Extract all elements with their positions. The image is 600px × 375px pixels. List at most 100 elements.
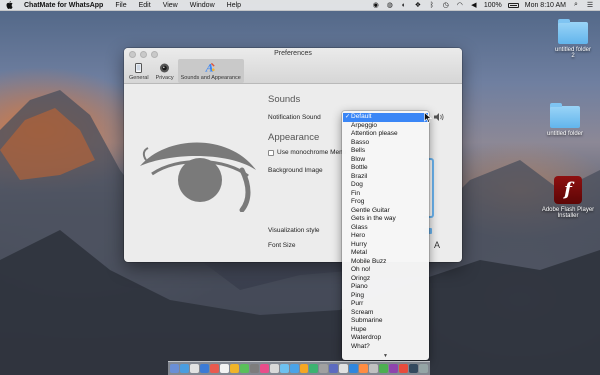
sound-option-label: Default [351, 113, 372, 120]
sound-option[interactable]: Brazil [342, 173, 429, 182]
sound-option-label: Basso [351, 138, 370, 146]
dock-app-icon[interactable] [399, 364, 409, 373]
dock-app-icon[interactable] [419, 364, 429, 373]
apple-menu-icon[interactable] [6, 1, 14, 10]
menu-edit[interactable]: Edit [139, 2, 151, 9]
sound-option[interactable]: Scream [342, 309, 429, 318]
sound-option[interactable]: Metal [342, 249, 429, 258]
desktop-flash-installer[interactable]: f Adobe Flash Player Installer [540, 176, 596, 219]
sound-option[interactable]: Purr [342, 300, 429, 309]
speaker-icon[interactable] [434, 113, 444, 121]
monochrome-checkbox[interactable] [268, 150, 274, 156]
dock-app-icon[interactable] [289, 364, 299, 373]
dock-app-icon[interactable] [349, 364, 359, 373]
tab-sounds-appearance[interactable]: A Sounds and Appearance [177, 59, 244, 83]
sound-option[interactable]: Oringz [342, 275, 429, 284]
dock-app-icon[interactable] [219, 364, 229, 373]
sound-option[interactable]: Arpeggio [342, 122, 429, 131]
dock-app-icon[interactable] [239, 364, 249, 373]
font-size-large-glyph[interactable]: A [434, 240, 440, 250]
sound-option-label: Oringz [351, 274, 371, 282]
dock-app-icon[interactable] [209, 364, 219, 373]
sound-option[interactable]: Attention please [342, 130, 429, 139]
menubar-clock[interactable]: Mon 8:10 AM [525, 2, 566, 9]
wifi-icon[interactable]: ◠ [456, 1, 464, 9]
sound-option[interactable]: Hero [342, 232, 429, 241]
tab-general[interactable]: General [126, 59, 152, 83]
record-icon[interactable]: ◉ [372, 1, 380, 9]
sound-option[interactable]: Dog [342, 181, 429, 190]
dropbox-icon[interactable]: ❖ [414, 1, 422, 9]
menu-help[interactable]: Help [227, 2, 241, 9]
dock-app-icon[interactable] [169, 364, 179, 373]
sound-option-label: Hero [351, 232, 366, 239]
sound-option[interactable]: Glass [342, 224, 429, 233]
dock-app-icon[interactable] [389, 364, 399, 373]
sound-option-label: Arpeggio [351, 121, 378, 129]
clock-icon[interactable]: ◷ [442, 1, 450, 9]
sound-option[interactable]: Waterdrop [342, 334, 429, 343]
dock-app-icon[interactable] [359, 364, 369, 373]
menu-window[interactable]: Window [190, 2, 215, 9]
dock-app-icon[interactable] [269, 364, 279, 373]
app-menu[interactable]: ChatMate for WhatsApp [24, 2, 103, 9]
sound-option[interactable]: Blow [342, 156, 429, 165]
volume-icon[interactable]: ◀ [470, 1, 478, 9]
menu-file[interactable]: File [115, 2, 126, 9]
sound-option-label: Fin [351, 189, 361, 197]
dock-app-icon[interactable] [279, 364, 289, 373]
dock-app-icon[interactable] [369, 364, 379, 373]
eye-icon[interactable]: ◐ [400, 1, 408, 9]
dock-app-icon[interactable] [259, 364, 269, 373]
tab-privacy[interactable]: Privacy [153, 59, 177, 83]
notification-sound-dropdown[interactable]: ✓ Default Arpeggio Attention please Basso Bel… [342, 111, 429, 360]
sound-option[interactable]: Bells [342, 147, 429, 156]
dock-app-icon[interactable] [319, 364, 329, 373]
sound-option[interactable]: What? [342, 343, 429, 352]
dock-app-icon[interactable] [379, 364, 389, 373]
dock-app-icon[interactable] [229, 364, 239, 373]
desktop-folder-untitled-2[interactable]: untitled folder 2 [553, 19, 593, 59]
sound-option[interactable]: Oh no! [342, 266, 429, 275]
dock-app-icon[interactable] [299, 364, 309, 373]
sound-option[interactable]: Hupe [342, 326, 429, 335]
dock-app-icon[interactable] [249, 364, 259, 373]
dock-app-icon[interactable] [309, 364, 319, 373]
sound-option[interactable]: Piano [342, 283, 429, 292]
battery-icon[interactable] [507, 2, 519, 8]
dock-app-icon[interactable] [329, 364, 339, 373]
dock-app-icon[interactable] [409, 364, 419, 373]
sound-option[interactable]: Frog [342, 198, 429, 207]
preferences-toolbar: General Privacy A Sounds and Appearance [126, 59, 244, 83]
notification-sound-label: Notification Sound [268, 114, 321, 121]
palette-icon: A [205, 62, 216, 73]
bluetooth-icon[interactable]: ᛒ [428, 1, 436, 9]
sound-option[interactable]: ✓ Default [343, 113, 428, 122]
sound-option[interactable]: Fin [342, 190, 429, 199]
desktop-folder-untitled[interactable]: untitled folder [540, 103, 590, 137]
sound-option[interactable]: Mobile Buzz [342, 258, 429, 267]
sound-option-label: Bells [351, 147, 366, 154]
folder-icon [550, 103, 580, 128]
battery-percent[interactable]: 100% [484, 2, 502, 9]
menu-view[interactable]: View [163, 2, 178, 9]
sound-option[interactable]: Gets in the way [342, 215, 429, 224]
sound-option-label: Piano [351, 283, 368, 290]
sound-option[interactable]: Basso [342, 139, 429, 148]
phone-icon [133, 62, 144, 73]
sound-option[interactable]: Ping [342, 292, 429, 301]
dock-app-icon[interactable] [189, 364, 199, 373]
sound-option[interactable]: Hurry [342, 241, 429, 250]
dock-app-icon[interactable] [339, 364, 349, 373]
camera-icon [159, 62, 170, 73]
dock-app-icon[interactable] [199, 364, 209, 373]
chat-bubble-icon[interactable]: ◍ [386, 1, 394, 9]
spotlight-icon[interactable]: ⌕ [572, 1, 580, 9]
sound-option[interactable]: Submarine [342, 317, 429, 326]
scroll-down-arrow-icon[interactable]: ▼ [342, 353, 429, 359]
sound-option[interactable]: Bottle [342, 164, 429, 173]
sound-option-label: Glass [351, 223, 368, 231]
dock-app-icon[interactable] [179, 364, 189, 373]
notification-center-icon[interactable]: ☰ [586, 1, 594, 9]
sound-option[interactable]: Gentle Guitar [342, 207, 429, 216]
